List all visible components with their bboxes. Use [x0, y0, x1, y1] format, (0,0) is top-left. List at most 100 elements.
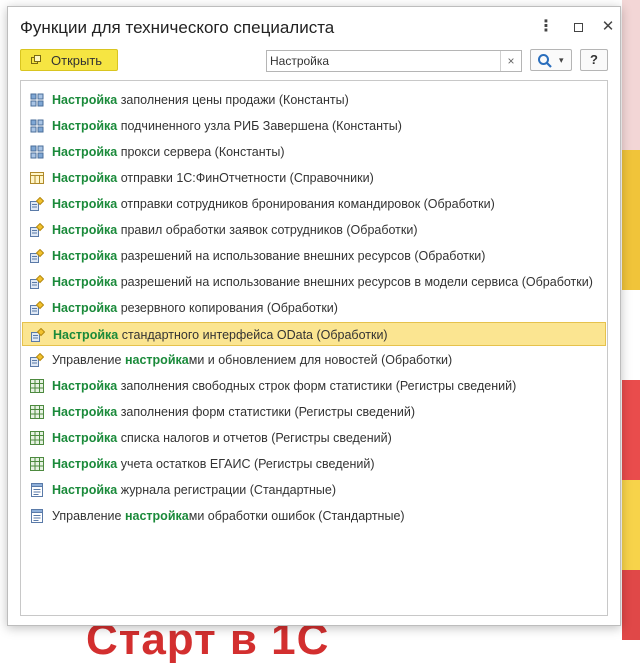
label-rest: правил обработки заявок сотрудников (Обр…: [117, 223, 418, 237]
list-item-label: Настройка правил обработки заявок сотруд…: [52, 223, 600, 237]
dataprocessor-icon: [30, 300, 45, 315]
label-rest: подчиненного узла РИБ Завершена (Констан…: [117, 119, 402, 133]
list-item-label: Настройка подчиненного узла РИБ Завершен…: [52, 119, 600, 133]
label-rest: резервного копирования (Обработки): [117, 301, 338, 315]
background-page-edge: [622, 0, 640, 640]
list-item-label: Настройка заполнения свободных строк фор…: [52, 379, 600, 393]
list-item[interactable]: Настройка заполнения цены продажи (Конст…: [22, 88, 606, 112]
register-icon: [30, 457, 44, 471]
list-item[interactable]: Настройка отправки сотрудников бронирова…: [22, 192, 606, 216]
search-button[interactable]: ▾: [530, 49, 572, 71]
list-item-label: Настройка учета остатков ЕГАИС (Регистры…: [52, 457, 600, 471]
dataprocessor-icon: [30, 248, 45, 263]
list-item[interactable]: Настройка резервного копирования (Обрабо…: [22, 296, 606, 320]
search-icon: [538, 54, 552, 68]
maximize-icon: [573, 23, 583, 32]
search-match-highlight: Настройка: [52, 223, 118, 237]
list-item-label: Настройка списка налогов и отчетов (Реги…: [52, 431, 600, 445]
list-item[interactable]: Настройка правил обработки заявок сотруд…: [22, 218, 606, 242]
register-icon: [30, 405, 44, 419]
search-match-highlight: Настройка: [52, 249, 118, 263]
list-item[interactable]: Управление настройками обработки ошибок …: [22, 504, 606, 528]
dataprocessor-icon: [30, 352, 45, 367]
open-icon: [31, 55, 41, 64]
search-match-highlight: Настройка: [52, 171, 118, 185]
maximize-button[interactable]: [568, 17, 588, 37]
constant-icon: [30, 145, 44, 159]
list-item-label: Настройка заполнения цены продажи (Конст…: [52, 93, 600, 107]
dataprocessor-icon: [30, 196, 45, 211]
label-rest: учета остатков ЕГАИС (Регистры сведений): [117, 457, 375, 471]
list-item-label: Настройка заполнения форм статистики (Ре…: [52, 405, 600, 419]
label-rest: разрешений на использование внешних ресу…: [117, 275, 593, 289]
label-prefix: Управление: [52, 509, 125, 523]
search-match-highlight: Настройка: [52, 93, 118, 107]
list-item[interactable]: Настройка прокси сервера (Константы): [22, 140, 606, 164]
label-rest: отправки 1С:ФинОтчетности (Справочники): [117, 171, 374, 185]
search-match-highlight: Настройка: [52, 145, 118, 159]
register-icon: [30, 379, 44, 393]
search-match-highlight: Настройка: [52, 119, 118, 133]
label-rest: журнала регистрации (Стандартные): [117, 483, 337, 497]
constant-icon: [30, 119, 44, 133]
list-item[interactable]: Настройка разрешений на использование вн…: [22, 244, 606, 268]
list-item-selected[interactable]: Настройка стандартного интерфейса OData …: [22, 322, 606, 346]
label-rest: разрешений на использование внешних ресу…: [117, 249, 486, 263]
label-rest: прокси сервера (Константы): [117, 145, 285, 159]
search-match-highlight: Настройка: [52, 483, 118, 497]
list-item[interactable]: Настройка учета остатков ЕГАИС (Регистры…: [22, 452, 606, 476]
search-match-highlight: настройка: [124, 509, 189, 523]
open-button[interactable]: Открыть: [20, 49, 118, 71]
label-rest: ми обработки ошибок (Стандартные): [188, 509, 405, 523]
tech-functions-dialog: Функции для технического специалиста ⋮ ✕…: [7, 6, 621, 626]
list-item-label: Настройка стандартного интерфейса OData …: [53, 328, 601, 342]
help-button[interactable]: ?: [580, 49, 608, 71]
search-input[interactable]: [270, 52, 496, 70]
catalog-icon: [30, 171, 44, 185]
list-item-label: Настройка отправки 1С:ФинОтчетности (Спр…: [52, 171, 600, 185]
search-match-highlight: Настройка: [52, 379, 118, 393]
list-item[interactable]: Настройка разрешений на использование вн…: [22, 270, 606, 294]
list-item-label: Настройка прокси сервера (Константы): [52, 145, 600, 159]
label-rest: стандартного интерфейса OData (Обработки…: [118, 328, 388, 342]
list-item[interactable]: Настройка подчиненного узла РИБ Завершен…: [22, 114, 606, 138]
constant-icon: [30, 93, 44, 107]
search-match-highlight: Настройка: [52, 275, 118, 289]
close-button[interactable]: ✕: [598, 17, 618, 37]
list-item[interactable]: Настройка заполнения форм статистики (Ре…: [22, 400, 606, 424]
dataprocessor-icon: [31, 327, 46, 342]
search-match-highlight: Настройка: [52, 301, 118, 315]
list-item[interactable]: Управление настройками и обновлением для…: [22, 348, 606, 372]
label-prefix: Управление: [52, 353, 125, 367]
list-item[interactable]: Настройка журнала регистрации (Стандартн…: [22, 478, 606, 502]
list-item-label: Настройка журнала регистрации (Стандартн…: [52, 483, 600, 497]
label-rest: заполнения форм статистики (Регистры све…: [117, 405, 415, 419]
label-rest: ми и обновлением для новостей (Обработки…: [188, 353, 453, 367]
search-field[interactable]: ×: [266, 50, 522, 72]
clear-search-button[interactable]: ×: [500, 51, 521, 71]
register-icon: [30, 431, 44, 445]
dataprocessor-icon: [30, 274, 45, 289]
search-match-highlight: Настройка: [52, 457, 118, 471]
open-button-label: Открыть: [51, 53, 103, 68]
list-item[interactable]: Настройка заполнения свободных строк фор…: [22, 374, 606, 398]
search-match-highlight: настройка: [124, 353, 189, 367]
standard-icon: [30, 483, 44, 497]
search-match-highlight: Настройка: [52, 405, 118, 419]
list-item[interactable]: Настройка отправки 1С:ФинОтчетности (Спр…: [22, 166, 606, 190]
label-rest: заполнения свободных строк форм статисти…: [117, 379, 517, 393]
list-item-label: Управление настройками и обновлением для…: [52, 353, 600, 367]
list-item-label: Настройка отправки сотрудников бронирова…: [52, 197, 600, 211]
functions-list: Настройка заполнения цены продажи (Конст…: [20, 80, 608, 616]
search-match-highlight: Настройка: [53, 328, 119, 342]
search-match-highlight: Настройка: [52, 197, 118, 211]
list-item-label: Настройка разрешений на использование вн…: [52, 275, 600, 289]
chevron-down-icon: ▾: [559, 55, 564, 65]
label-rest: заполнения цены продажи (Константы): [117, 93, 349, 107]
list-item-label: Настройка разрешений на использование вн…: [52, 249, 600, 263]
list-item[interactable]: Настройка списка налогов и отчетов (Реги…: [22, 426, 606, 450]
more-menu-button[interactable]: ⋮: [536, 17, 556, 37]
list-item-label: Настройка резервного копирования (Обрабо…: [52, 301, 600, 315]
label-rest: отправки сотрудников бронирования команд…: [117, 197, 495, 211]
title-bar: Функции для технического специалиста ⋮ ✕: [8, 7, 620, 45]
